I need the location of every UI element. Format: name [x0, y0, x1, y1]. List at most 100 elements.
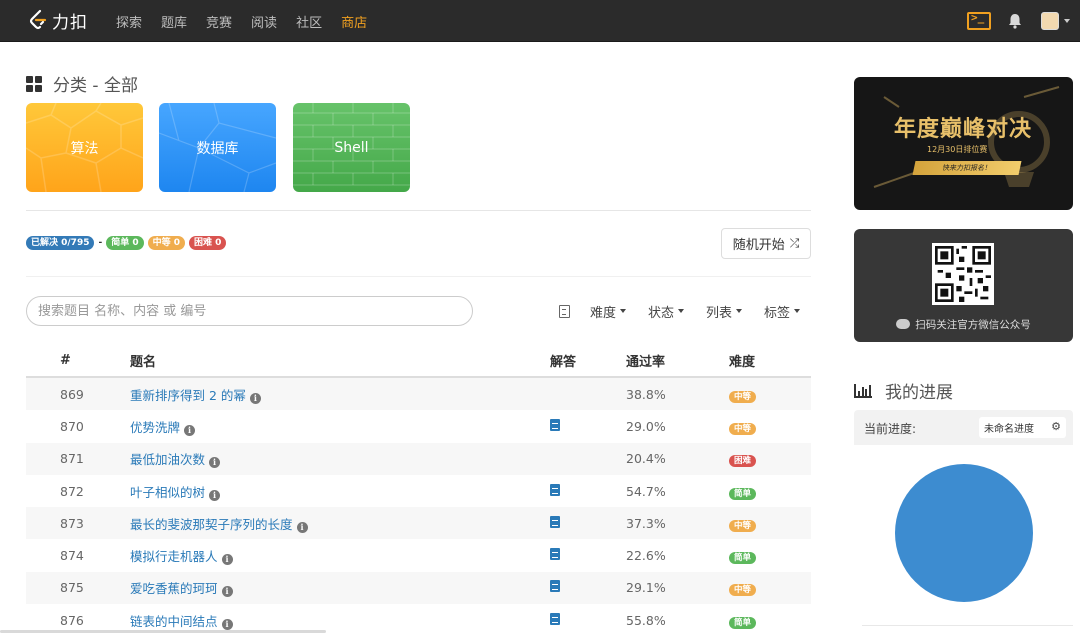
info-icon[interactable]: i — [221, 554, 233, 566]
info-icon[interactable]: i — [209, 457, 221, 469]
problem-title-cell: 重新排序得到 2 的幂 i — [130, 385, 550, 404]
problem-title-link[interactable]: 最长的斐波那契子序列的长度 — [130, 517, 293, 532]
solution-cell — [550, 515, 626, 531]
grid-icon — [26, 75, 42, 92]
solution-document-icon[interactable] — [550, 580, 560, 593]
nav-item[interactable]: 社区 — [296, 12, 322, 31]
solution-document-icon[interactable] — [550, 483, 560, 496]
top-navbar: 力扣 探索 题库 竞赛 阅读 社区 商店 — [0, 0, 1080, 42]
solution-cell — [550, 548, 626, 563]
progress-label: 当前进度: — [864, 422, 917, 436]
gear-icon[interactable]: ⚙ — [1051, 420, 1061, 433]
qr-code-image — [932, 243, 994, 305]
difficulty-badge: 简单 — [729, 616, 757, 629]
info-icon[interactable]: i — [221, 586, 233, 598]
solution-document-icon[interactable] — [550, 612, 560, 625]
difficulty-filter-dropdown[interactable]: 难度 — [590, 302, 626, 321]
header-title[interactable]: 题名 — [130, 351, 550, 370]
notification-bell-icon[interactable] — [1007, 13, 1023, 29]
problem-title-cell: 最长的斐波那契子序列的长度 i — [130, 514, 550, 533]
acceptance-rate: 55.8% — [626, 612, 666, 628]
solution-filter-doc-icon[interactable] — [558, 304, 570, 318]
problem-title-link[interactable]: 爱吃香蕉的珂珂 — [130, 581, 218, 596]
problem-title-link[interactable]: 最低加油次数 — [130, 452, 205, 467]
category-card-algorithms[interactable]: 算法 — [26, 103, 143, 192]
info-icon[interactable]: i — [184, 424, 196, 436]
difficulty-badge: 简单 — [729, 552, 757, 565]
brand-name: 力扣 — [52, 12, 88, 33]
acceptance-rate: 38.8% — [626, 386, 666, 402]
problem-number: 873 — [60, 515, 84, 531]
bar-chart-icon — [854, 383, 872, 398]
table-row: 872 叶子相似的树 i 54.7% 简单 — [26, 475, 811, 507]
problem-title-cell: 爱吃香蕉的珂珂 i — [130, 578, 550, 598]
playground-terminal-icon[interactable] — [967, 11, 991, 30]
acceptance-rate: 54.7% — [626, 483, 666, 499]
problem-title-link[interactable]: 叶子相似的树 — [130, 485, 205, 500]
category-card-database[interactable]: 数据库 — [159, 103, 276, 192]
header-difficulty[interactable]: 难度 — [729, 351, 811, 370]
brand-logo[interactable]: 力扣 — [28, 8, 88, 33]
problem-title-link[interactable]: 重新排序得到 2 的幂 — [130, 388, 246, 403]
solution-cell — [550, 483, 626, 499]
nav-item[interactable]: 竞赛 — [206, 12, 232, 31]
header-solution[interactable]: 解答 — [550, 351, 626, 370]
nav-item[interactable]: 商店 — [341, 12, 367, 31]
problem-title-link[interactable]: 模拟行走机器人 — [130, 549, 218, 564]
nav-item[interactable]: 探索 — [116, 12, 142, 31]
solution-cell — [550, 418, 626, 434]
category-label: 算法 — [70, 140, 99, 157]
difficulty-cell: 中等 — [729, 387, 811, 403]
problem-number: 869 — [60, 386, 84, 402]
hard-count-badge: 困难 0 — [189, 236, 227, 250]
tags-filter-dropdown[interactable]: 标签 — [764, 302, 800, 321]
list-filter-dropdown[interactable]: 列表 — [706, 302, 742, 321]
table-row: 873 最长的斐波那契子序列的长度 i 37.3% 中等 — [26, 507, 811, 540]
problem-search-input[interactable] — [26, 296, 473, 326]
difficulty-cell: 简单 — [729, 484, 811, 500]
tags-filter-label: 标签 — [763, 305, 790, 321]
user-menu-caret-icon[interactable] — [1064, 19, 1070, 23]
user-avatar[interactable] — [1041, 12, 1059, 30]
table-row: 875 爱吃香蕉的珂珂 i 29.1% 中等 — [26, 571, 811, 605]
solution-document-icon[interactable] — [550, 418, 560, 431]
problem-title-cell: 优势洗牌 i — [130, 417, 550, 436]
info-icon[interactable]: i — [221, 618, 233, 630]
status-filter-dropdown[interactable]: 状态 — [648, 302, 684, 321]
category-label: Shell — [334, 139, 369, 156]
topbar-actions — [967, 0, 1070, 42]
problem-title-cell: 模拟行走机器人 i — [130, 546, 550, 566]
contest-banner[interactable]: 年度巅峰对决 12月30日排位赛 快来力扣报名！ — [854, 77, 1073, 210]
medium-count-badge: 中等 0 — [147, 236, 186, 250]
problem-number: 875 — [60, 580, 84, 596]
caret-down-icon — [677, 309, 684, 313]
random-start-label: 随机开始 — [732, 238, 785, 253]
solution-document-icon[interactable] — [550, 515, 560, 528]
filter-bar: 难度 状态 列表 标签 — [558, 296, 800, 326]
header-num[interactable]: # — [26, 353, 130, 368]
info-icon[interactable]: i — [296, 521, 308, 533]
info-icon[interactable]: i — [209, 489, 221, 501]
progress-select[interactable]: 未命名进度 ⚙ — [979, 417, 1066, 438]
category-section-title: 分类 - 全部 — [26, 71, 138, 96]
table-row: 869 重新排序得到 2 的幂 i 38.8% 中等 — [26, 378, 811, 411]
category-card-shell[interactable]: Shell — [293, 103, 410, 192]
difficulty-cell: 困难 — [729, 451, 811, 468]
problem-title-link[interactable]: 优势洗牌 — [130, 420, 180, 435]
problem-title-link[interactable]: 链表的中间结点 — [130, 614, 218, 629]
nav-item[interactable]: 阅读 — [251, 12, 277, 31]
info-icon[interactable]: i — [249, 392, 261, 404]
progress-section-title: 我的进展 — [854, 378, 953, 403]
progress-selector-box: 当前进度: 未命名进度 ⚙ — [854, 410, 1073, 445]
nav-item[interactable]: 题库 — [161, 12, 187, 31]
wechat-icon — [896, 319, 911, 329]
header-rate[interactable]: 通过率 — [626, 351, 729, 370]
problem-title-cell: 叶子相似的树 i — [130, 482, 550, 501]
stats-separator: - — [98, 238, 103, 248]
solution-document-icon[interactable] — [550, 548, 560, 561]
status-filter-label: 状态 — [647, 305, 674, 321]
table-row: 871 最低加油次数 i 20.4% 困难 — [26, 442, 811, 475]
difficulty-cell: 简单 — [729, 613, 811, 629]
random-start-button[interactable]: 随机开始 ⤮ — [721, 228, 811, 259]
divider — [26, 276, 811, 277]
